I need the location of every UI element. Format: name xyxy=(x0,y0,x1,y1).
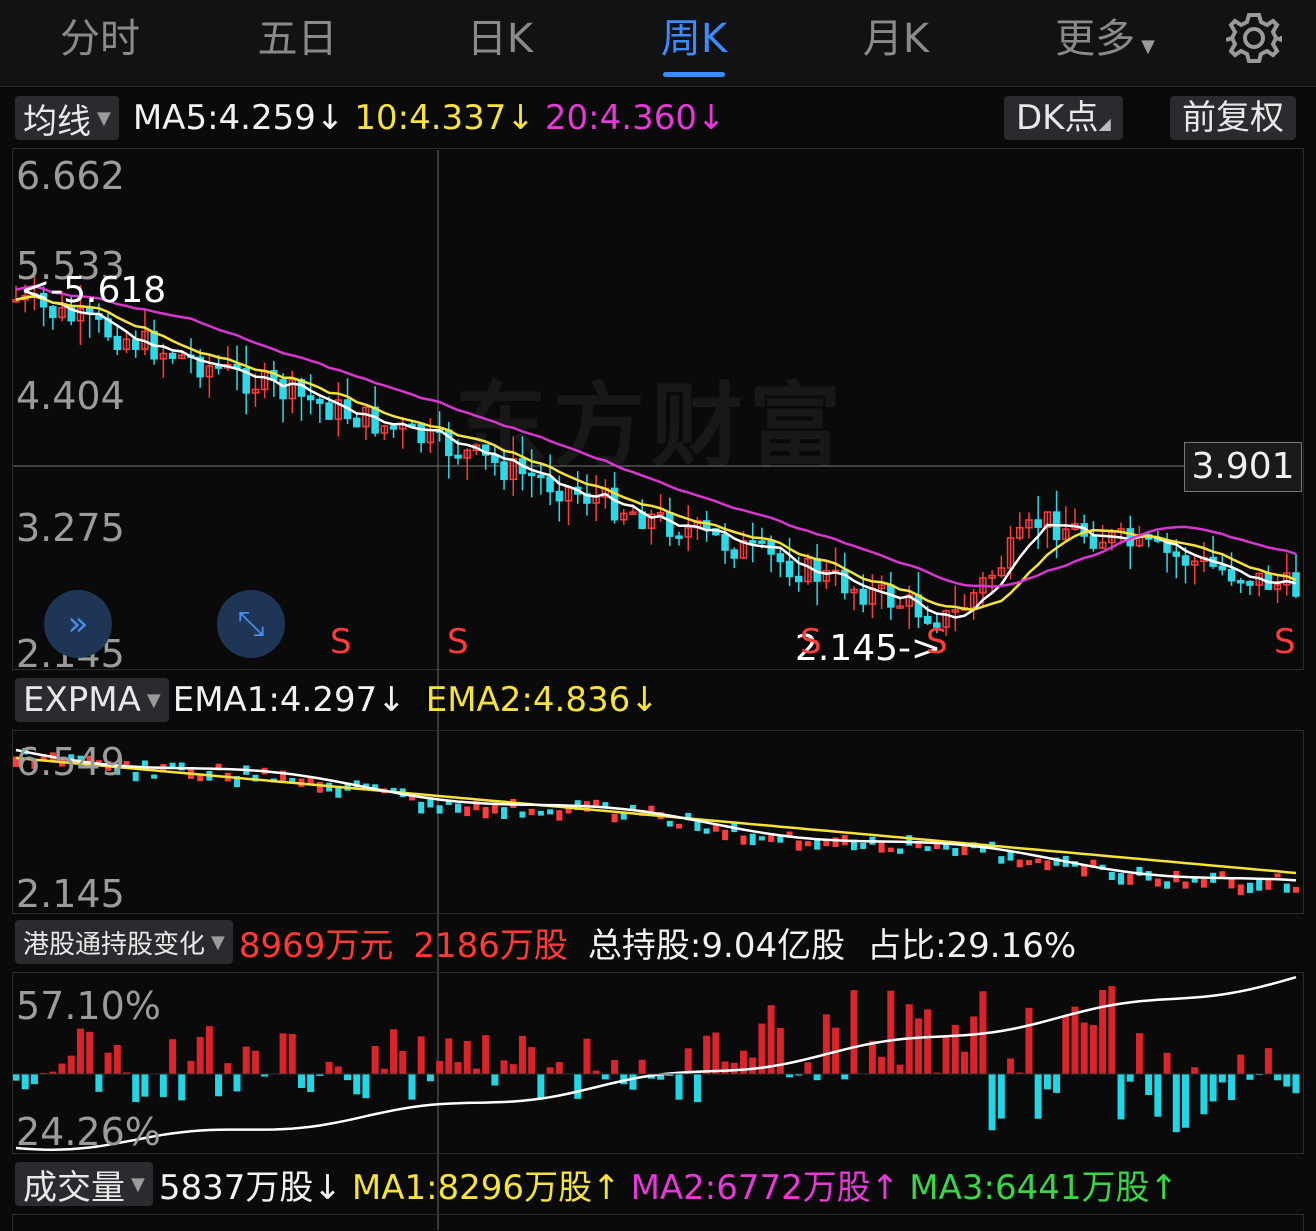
ema1-value: EMA1:4.297↓ xyxy=(173,680,406,720)
candle-body xyxy=(538,475,544,477)
hk-amount: 8969万元 xyxy=(239,918,394,967)
hk-holding-panel[interactable] xyxy=(12,972,1304,1154)
candle-body xyxy=(372,407,378,433)
crosshair-price-label: 3.901 xyxy=(1184,442,1302,492)
candle-body xyxy=(1035,520,1041,527)
candle-body xyxy=(501,462,507,479)
volume-selector-label: 成交量 xyxy=(23,1160,125,1209)
sell-signal: S xyxy=(926,622,948,662)
hk-y-label: 57.10% xyxy=(16,984,161,1028)
candle-body xyxy=(796,577,802,582)
candle-body xyxy=(1293,573,1299,596)
candle-body xyxy=(1182,556,1188,565)
sell-signal: S xyxy=(800,622,822,662)
candle-body xyxy=(1229,570,1235,581)
sell-signal: S xyxy=(447,622,469,662)
chevron-down-icon: ▼ xyxy=(147,690,161,711)
candle-body xyxy=(455,455,461,457)
candle-body xyxy=(915,595,921,617)
hk-y-label: 24.26% xyxy=(16,1110,161,1154)
candle-body xyxy=(750,541,756,543)
candle-body xyxy=(391,426,397,429)
ma5-line xyxy=(16,296,1296,617)
volume-selector[interactable]: 成交量 ▼ xyxy=(15,1162,153,1206)
candle-body xyxy=(133,339,139,349)
candle-body xyxy=(529,473,535,475)
candle-body xyxy=(1247,582,1253,585)
hk-holding-row: 港股通持股变化 ▼ 8969万元 2186万股 总持股:9.04亿股 占比:29.… xyxy=(0,914,1316,970)
candle-body xyxy=(1173,552,1179,556)
candle-body xyxy=(676,536,682,538)
expma-panel[interactable] xyxy=(12,730,1304,914)
sell-signal: S xyxy=(330,622,352,662)
candle-body xyxy=(354,418,360,426)
candle-body xyxy=(326,403,332,419)
candle-body xyxy=(170,354,176,359)
expma-selector[interactable]: EXPMA ▼ xyxy=(15,678,169,722)
candle-body xyxy=(667,513,673,536)
vol-ma1-value: MA1:8296万股↑ xyxy=(352,1160,621,1209)
volume-panel[interactable] xyxy=(12,1214,1304,1231)
candle-body xyxy=(308,396,314,400)
hk-total-holding: 总持股:9.04亿股 xyxy=(588,918,845,967)
candle-body xyxy=(114,337,120,350)
hk-holding-selector[interactable]: 港股通持股变化 ▼ xyxy=(15,920,233,964)
candle-body xyxy=(759,541,765,543)
candle-body xyxy=(860,590,866,604)
ma20-line xyxy=(16,286,1296,586)
candle-body xyxy=(722,535,728,550)
chevron-down-icon: ▼ xyxy=(211,932,225,953)
expma-y-label: 2.145 xyxy=(16,872,125,916)
hk-shares: 2186万股 xyxy=(413,918,568,967)
vol-ma2-value: MA2:6772万股↑ xyxy=(631,1160,900,1209)
ema2-value: EMA2:4.836↓ xyxy=(426,680,659,720)
candle-body xyxy=(216,366,222,368)
high-price-note: <-5.618 xyxy=(20,270,166,311)
kline-y-label: 6.662 xyxy=(16,154,125,198)
hk-holding-ratio: 占比:29.16% xyxy=(867,918,1076,967)
expma-selector-label: EXPMA xyxy=(23,680,141,720)
hk-holding-selector-label: 港股通持股变化 xyxy=(23,924,205,961)
expma-y-label: 6.549 xyxy=(16,740,125,784)
ma10-line xyxy=(16,296,1296,609)
candle-body xyxy=(731,550,737,558)
candle-body xyxy=(547,477,553,491)
kline-y-label: 3.275 xyxy=(16,506,125,550)
vol-ma3-value: MA3:6441万股↑ xyxy=(909,1160,1178,1209)
sell-signal: S xyxy=(1274,622,1296,662)
candle-body xyxy=(280,380,286,399)
candle-body xyxy=(317,400,323,404)
kline-y-label: 4.404 xyxy=(16,374,125,418)
candle-body xyxy=(556,492,562,501)
fullscreen-icon[interactable]: ⤡ xyxy=(217,590,285,658)
candle-body xyxy=(777,554,783,562)
volume-value: 5837万股↓ xyxy=(159,1160,342,1209)
candle-body xyxy=(1090,536,1096,548)
candle-body xyxy=(787,562,793,577)
candle-body xyxy=(418,425,424,443)
volume-row: 成交量 ▼ 5837万股↓ MA1:8296万股↑ MA2:6772万股↑ MA3… xyxy=(0,1156,1316,1212)
candle-body xyxy=(1219,566,1225,570)
chevron-down-icon: ▼ xyxy=(131,1174,145,1195)
expma-indicator-row: EXPMA ▼ EMA1:4.297↓ EMA2:4.836↓ xyxy=(0,672,1316,728)
candle-body xyxy=(1238,581,1244,583)
expand-chevrons-icon[interactable]: » xyxy=(44,590,112,658)
